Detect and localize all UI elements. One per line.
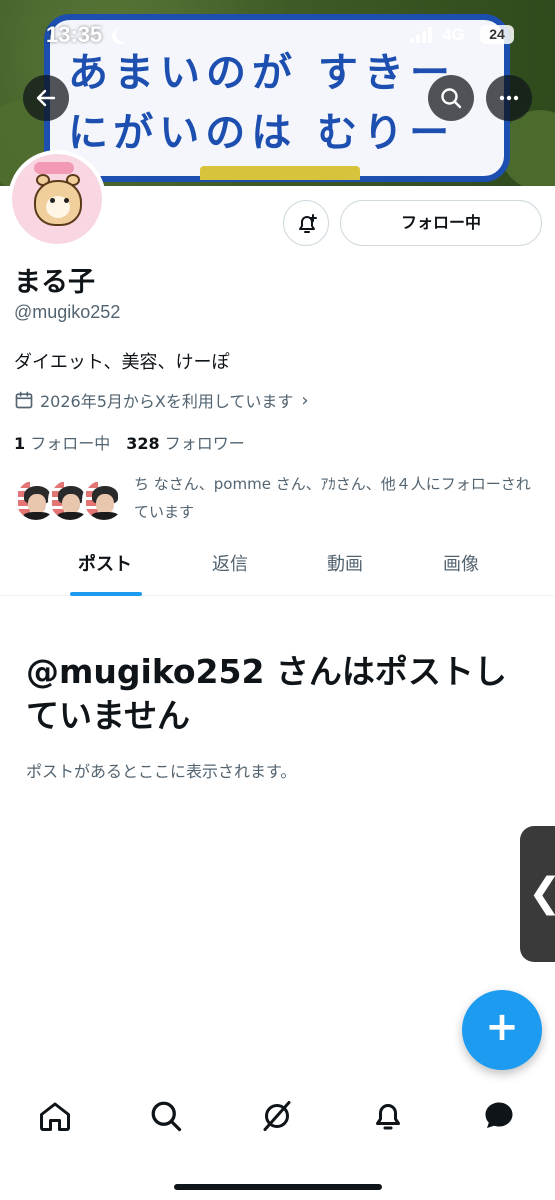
tab-images[interactable]: 画像 (411, 540, 511, 595)
joined-date[interactable]: 2026年5月からXを利用しています › (14, 388, 309, 412)
signal-icon (410, 27, 436, 43)
profile-bio: ダイエット、美容、けーぽ (14, 352, 230, 373)
profile-tabs: ポスト 返信 動画 画像 (0, 540, 555, 596)
display-name: まる子 (14, 267, 95, 298)
empty-state-subtitle: ポストがあるとここに表示されます。 (26, 762, 297, 781)
battery-icon: 24 (480, 25, 514, 44)
plus-icon: + (485, 1004, 519, 1050)
followers-label: フォロワー (164, 434, 245, 453)
nav-messages[interactable] (481, 1098, 517, 1134)
following-button[interactable]: フォロー中 (340, 200, 542, 246)
home-indicator (174, 1184, 382, 1190)
follower-avatar (82, 478, 126, 522)
bell-icon (376, 1104, 400, 1130)
search-icon (151, 1101, 182, 1132)
chevron-right-icon: › (301, 389, 309, 411)
followed-by-text[interactable]: ち なさん、pomme さん、ｱｶさん、他４人にフォローされています (134, 470, 534, 526)
followers-count: 328 (126, 434, 160, 453)
following-link[interactable]: 1 フォロー中 (14, 434, 110, 453)
tab-posts[interactable]: ポスト (55, 540, 155, 595)
chevron-left-icon: ❮ (528, 870, 555, 916)
home-icon (40, 1102, 70, 1131)
banner-sign-line-2: にがいのは むりー (68, 110, 456, 156)
battery-level: 24 (489, 26, 505, 42)
following-label: フォロー中 (30, 434, 111, 453)
avatar-image (12, 154, 102, 244)
notification-bell-icon (299, 214, 317, 233)
status-bar: 13:35 4G 24 (0, 18, 555, 54)
more-options-button[interactable] (486, 75, 532, 121)
side-panel-handle[interactable]: ❮ (520, 826, 555, 962)
search-icon (441, 88, 462, 109)
joined-text: 2026年5月からXを利用しています (40, 392, 294, 411)
message-icon (485, 1102, 513, 1128)
follow-counts: 1 フォロー中 328 フォロワー (14, 430, 245, 454)
avatar[interactable] (8, 150, 106, 248)
tab-videos[interactable]: 動画 (295, 540, 395, 595)
followed-by-avatars[interactable] (14, 478, 126, 526)
nav-home[interactable] (37, 1098, 73, 1134)
banner-sign-base (200, 166, 360, 180)
notification-button[interactable] (283, 200, 329, 246)
back-button[interactable] (23, 75, 69, 121)
nav-grok[interactable] (259, 1098, 295, 1134)
more-icon (499, 95, 519, 101)
nav-explore[interactable] (148, 1098, 184, 1134)
avatar-name-badge (34, 162, 74, 174)
nav-notifications[interactable] (370, 1098, 406, 1134)
bottom-navigation (0, 1086, 555, 1146)
grok-icon (263, 1101, 291, 1131)
calendar-icon (15, 391, 33, 409)
user-handle: @mugiko252 (14, 302, 121, 322)
status-time: 13:35 (46, 22, 103, 47)
active-tab-indicator (70, 592, 142, 596)
network-type: 4G (442, 25, 465, 44)
search-button[interactable] (428, 75, 474, 121)
back-arrow-icon (36, 89, 56, 107)
empty-state-title: @mugiko252 さんはポストしていません (26, 652, 507, 735)
followers-link[interactable]: 328 フォロワー (126, 434, 245, 453)
compose-post-button[interactable]: + (462, 990, 542, 1070)
following-count: 1 (14, 434, 26, 453)
moon-icon (116, 26, 132, 42)
tab-replies[interactable]: 返信 (180, 540, 280, 595)
